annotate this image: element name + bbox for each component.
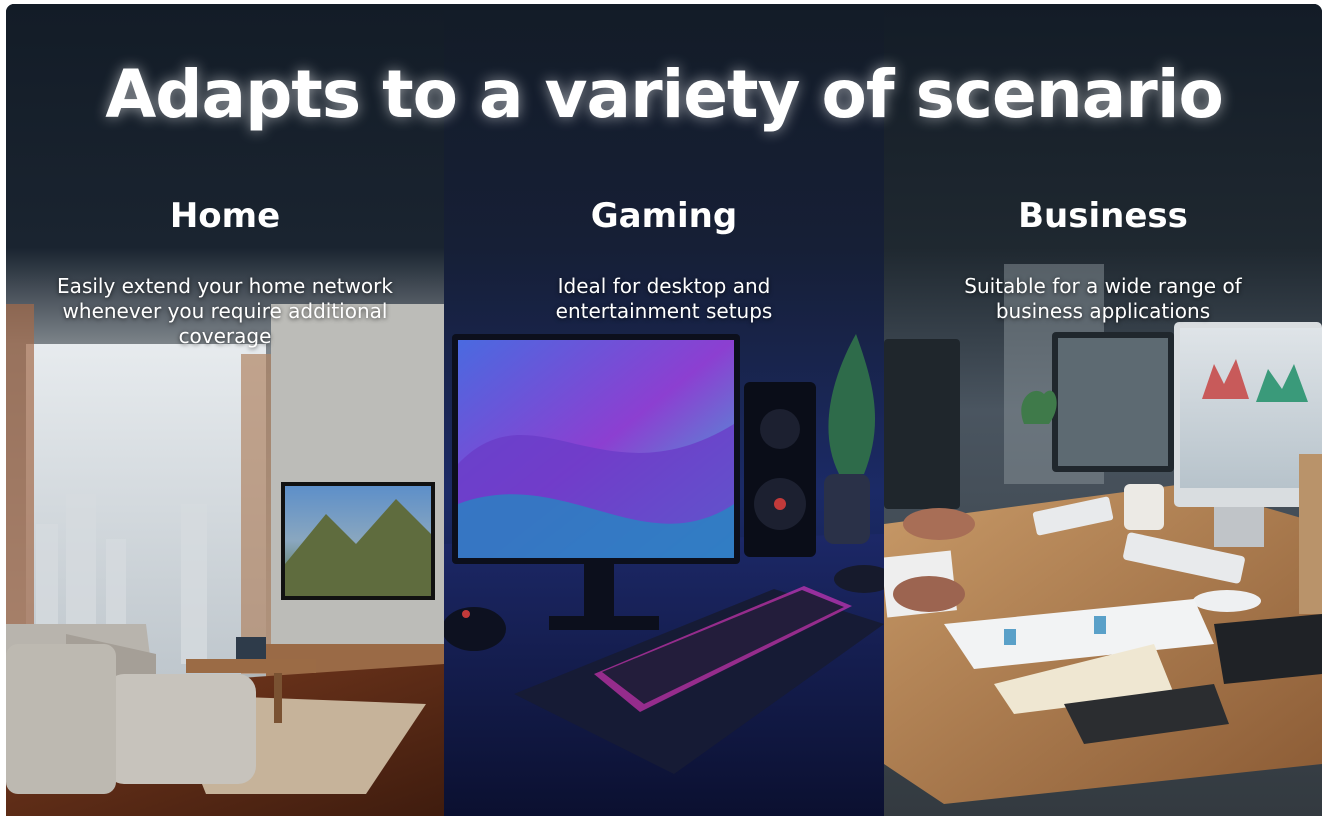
gaming-title: Gaming xyxy=(590,196,738,236)
business-description: Suitable for a wide range of business ap… xyxy=(964,274,1242,323)
gaming-description: Ideal for desktop and entertainment setu… xyxy=(555,274,773,323)
headline: Adapts to a variety of scenario xyxy=(105,56,1224,133)
home-description: Easily extend your home network whenever… xyxy=(57,274,393,348)
home-title: Home xyxy=(169,196,281,236)
business-title: Business xyxy=(1018,196,1188,236)
scenario-banner: Home Easily extend your home network whe… xyxy=(6,4,1322,816)
